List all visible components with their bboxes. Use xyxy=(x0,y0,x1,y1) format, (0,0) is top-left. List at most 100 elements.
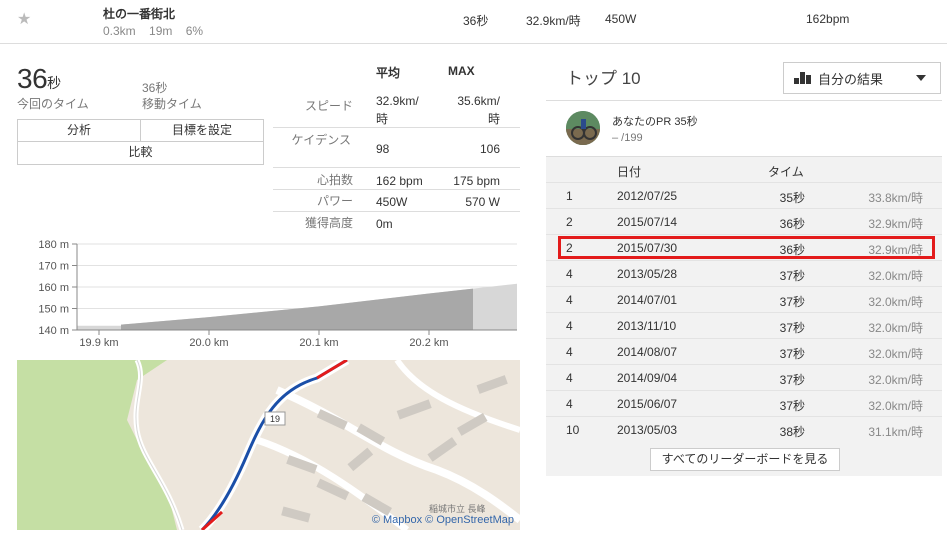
segment-meta: 0.3km 19m 6% xyxy=(103,24,213,38)
segment-row: ★ 杜の一番街北 0.3km 19m 6% 36秒 32.9km/時 450W … xyxy=(0,0,947,44)
pr-text: あなたのPR 35秒 xyxy=(612,116,698,128)
date-cell[interactable]: 2014/09/04 xyxy=(617,371,677,385)
stat-max: 106 xyxy=(479,142,500,156)
set-goal-button[interactable]: 目標を設定 xyxy=(141,119,264,142)
leaderboard-row[interactable]: 4 2015/06/07 37秒 32.0km/時 xyxy=(546,390,942,416)
date-cell[interactable]: 2014/07/01 xyxy=(617,293,677,307)
stat-avg: 32.9km/ 時 xyxy=(376,94,419,126)
leaderboard-row[interactable]: 2 2015/07/14 36秒 32.9km/時 xyxy=(546,208,942,234)
leaderboard-row[interactable]: 4 2014/09/04 37秒 32.0km/時 xyxy=(546,364,942,390)
rank-cell: 2 xyxy=(566,215,573,229)
rank-cell: 1 xyxy=(566,189,573,203)
segment-time: 36秒 xyxy=(463,14,489,28)
avatar[interactable] xyxy=(566,111,600,145)
divider xyxy=(273,167,520,168)
stat-row-cadence: ケイデンス 98 106 xyxy=(273,132,520,172)
stats-header-avg: 平均 xyxy=(376,66,401,80)
segment-time-short: 19m xyxy=(149,24,173,38)
divider xyxy=(273,211,520,212)
time-cell: 36秒 xyxy=(779,217,805,231)
stat-avg: 450W xyxy=(376,195,408,209)
see-all-leaderboard-button[interactable]: すべてのリーダーボードを見る xyxy=(650,448,840,471)
time-cell: 37秒 xyxy=(779,399,805,413)
y-tick-label: 170 m xyxy=(38,261,69,273)
speed-cell: 32.0km/時 xyxy=(868,269,923,283)
speed-cell: 32.0km/時 xyxy=(868,399,923,413)
compare-button[interactable]: 比較 xyxy=(17,142,264,165)
bar-chart-icon xyxy=(794,72,812,84)
stat-name: ケイデンス xyxy=(291,133,351,147)
date-cell[interactable]: 2015/06/07 xyxy=(617,397,677,411)
stat-avg: 162 bpm xyxy=(376,174,423,188)
segment-distance: 0.3km xyxy=(103,24,136,38)
leaderboard-row[interactable]: 4 2014/07/01 37秒 32.0km/時 xyxy=(546,286,942,312)
stat-name: 心拍数 xyxy=(316,173,353,187)
leaderboard-title: トップ 10 xyxy=(566,69,641,88)
segment-power: 450W xyxy=(605,12,637,26)
date-cell[interactable]: 2014/08/07 xyxy=(617,345,677,359)
leaderboard-row[interactable]: 10 2013/05/03 38秒 31.1km/時 xyxy=(546,416,942,442)
x-tick-label: 20.2 km xyxy=(409,337,448,349)
divider xyxy=(273,189,520,190)
column-date: 日付 xyxy=(617,165,642,179)
segment-map[interactable]: 19 稲城市立 長峰 © Mapbox © OpenStreetMap xyxy=(17,360,520,530)
segment-name[interactable]: 杜の一番街北 xyxy=(103,5,175,22)
analysis-button[interactable]: 分析 xyxy=(17,119,141,142)
rank-cell: 10 xyxy=(566,423,580,437)
segment-speed: 32.9km/時 xyxy=(526,14,581,28)
stat-avg: 0m xyxy=(376,217,393,231)
date-cell[interactable]: 2012/07/25 xyxy=(617,189,677,203)
stat-name: 獲得高度 xyxy=(304,216,353,230)
y-tick-label: 180 m xyxy=(38,239,69,251)
action-buttons: 分析 目標を設定 比較 xyxy=(17,119,264,165)
speed-cell: 32.0km/時 xyxy=(868,321,923,335)
time-cell: 37秒 xyxy=(779,295,805,309)
personal-record: あなたのPR 35秒 – /199 xyxy=(546,101,942,157)
rank-cell: 4 xyxy=(566,293,573,307)
leaderboard-panel: あなたのPR 35秒 – /199 日付 タイム 1 2012/07/25 35秒 3… xyxy=(546,100,942,476)
divider xyxy=(273,127,520,128)
time-cell: 37秒 xyxy=(779,373,805,387)
leaderboard-row[interactable]: 4 2013/11/10 37秒 32.0km/時 xyxy=(546,312,942,338)
elevation-chart: 180 m 170 m 160 m 150 m 140 m 19.9 km 20.0 km 2… xyxy=(38,239,517,349)
date-cell[interactable]: 2013/11/10 xyxy=(617,319,676,333)
column-time: タイム xyxy=(768,165,804,179)
road-number: 19 xyxy=(270,414,280,424)
segment-grade: 6% xyxy=(185,24,204,38)
date-cell[interactable]: 2013/05/03 xyxy=(617,423,677,437)
x-tick-label: 19.9 km xyxy=(79,337,118,349)
elapsed-time-label: 今回のタイム xyxy=(17,97,89,111)
speed-cell: 31.1km/時 xyxy=(868,425,923,439)
date-cell[interactable]: 2015/07/14 xyxy=(617,215,677,229)
date-cell[interactable]: 2013/05/28 xyxy=(617,267,677,281)
pr-rank: – /199 xyxy=(612,132,643,144)
chevron-down-icon xyxy=(916,75,926,81)
star-icon[interactable]: ★ xyxy=(17,9,31,29)
results-filter-dropdown[interactable]: 自分の結果 xyxy=(783,62,941,94)
time-cell: 37秒 xyxy=(779,347,805,361)
highlighted-row-outline xyxy=(558,236,935,259)
moving-time: 36秒 xyxy=(142,81,168,95)
stat-row-speed: スピード 32.9km/ 時 35.6km/ 時 xyxy=(273,92,520,132)
leaderboard-row[interactable]: 4 2014/08/07 37秒 32.0km/時 xyxy=(546,338,942,364)
leaderboard-row[interactable]: 4 2013/05/28 37秒 32.0km/時 xyxy=(546,260,942,286)
speed-cell: 33.8km/時 xyxy=(868,191,923,205)
elapsed-time: 36秒 xyxy=(17,63,61,95)
stat-max: 175 bpm xyxy=(453,174,500,188)
time-cell: 38秒 xyxy=(779,425,805,439)
rank-cell: 4 xyxy=(566,397,573,411)
stats-header-max: MAX xyxy=(448,64,475,78)
rank-cell: 4 xyxy=(566,267,573,281)
speed-cell: 32.0km/時 xyxy=(868,373,923,387)
results-filter-label: 自分の結果 xyxy=(818,71,884,87)
segment-heart-rate: 162bpm xyxy=(806,12,850,26)
leaderboard-header: 日付 タイム xyxy=(546,160,942,182)
leaderboard-row[interactable]: 1 2012/07/25 35秒 33.8km/時 xyxy=(546,182,942,208)
stat-name: パワー xyxy=(316,194,353,208)
time-cell: 35秒 xyxy=(779,191,805,205)
map-attribution[interactable]: © Mapbox © OpenStreetMap xyxy=(372,514,514,526)
stat-row-power: パワー 450W 570 W xyxy=(273,193,520,213)
y-tick-label: 160 m xyxy=(38,282,69,294)
stat-max: 35.6km/ 時 xyxy=(457,94,500,126)
speed-cell: 32.0km/時 xyxy=(868,295,923,309)
